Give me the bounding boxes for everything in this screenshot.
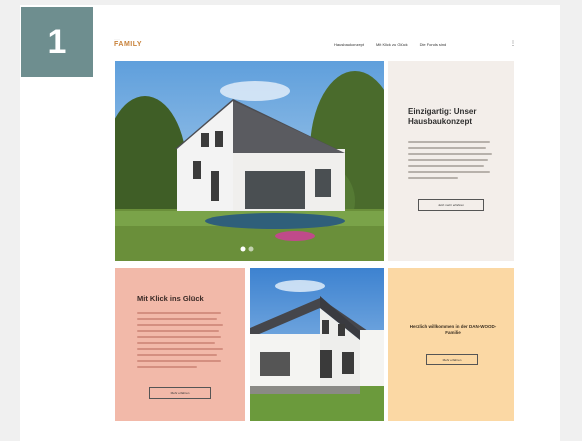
- hero-house-image: [115, 61, 384, 261]
- text-line: [137, 360, 221, 362]
- text-line: [408, 147, 486, 149]
- main-nav: Hausbaukonzept Mit Klick zu Glück Die Fo…: [334, 42, 446, 47]
- text-line: [408, 153, 492, 155]
- site-logo[interactable]: …… FAMILY: [114, 37, 142, 48]
- text-line: [137, 330, 219, 332]
- text-line: [137, 312, 221, 314]
- text-line: [137, 366, 197, 368]
- house-photo: [250, 268, 384, 421]
- nav-item-mit-klick[interactable]: Mit Klick zu Glück: [376, 42, 408, 47]
- text-line: [408, 159, 488, 161]
- promo-tile-pink: Mit Klick ins Glück Mehr erfahren: [115, 268, 245, 421]
- text-line: [408, 165, 484, 167]
- step-number-badge: 1: [21, 7, 93, 77]
- text-line: [137, 354, 217, 356]
- hero-cta-button[interactable]: Jetzt mehr erfahren: [418, 199, 484, 211]
- house-illustration: [115, 61, 384, 261]
- text-line: [137, 324, 223, 326]
- yellow-tile-title: Herzlich willkommen in der DAN-WOOD-Fami…: [409, 324, 497, 336]
- text-line: [137, 318, 217, 320]
- text-line: [137, 348, 223, 350]
- text-line: [408, 141, 490, 143]
- text-line: [137, 336, 221, 338]
- pink-tile-title: Mit Klick ins Glück: [137, 294, 204, 303]
- text-line: [137, 342, 215, 344]
- vertical-dots-icon[interactable]: ⋮: [510, 40, 516, 47]
- hero-text-panel: Einzigartig: Unser Hausbaukonzept Jetzt …: [388, 61, 514, 261]
- yellow-tile-button[interactable]: Mehr erfahren: [426, 354, 478, 365]
- house-photo-tile: [250, 268, 384, 421]
- pink-tile-button[interactable]: Mehr erfahren: [149, 387, 211, 399]
- text-line: [408, 177, 458, 179]
- nav-item-third[interactable]: Die Fonds sind: [420, 42, 447, 47]
- promo-tile-yellow: Herzlich willkommen in der DAN-WOOD-Fami…: [388, 268, 514, 421]
- hero-title: Einzigartig: Unser Hausbaukonzept: [408, 107, 477, 126]
- text-line: [408, 171, 490, 173]
- nav-item-hausbaukonzept[interactable]: Hausbaukonzept: [334, 42, 364, 47]
- logo-wordmark: FAMILY: [114, 41, 143, 48]
